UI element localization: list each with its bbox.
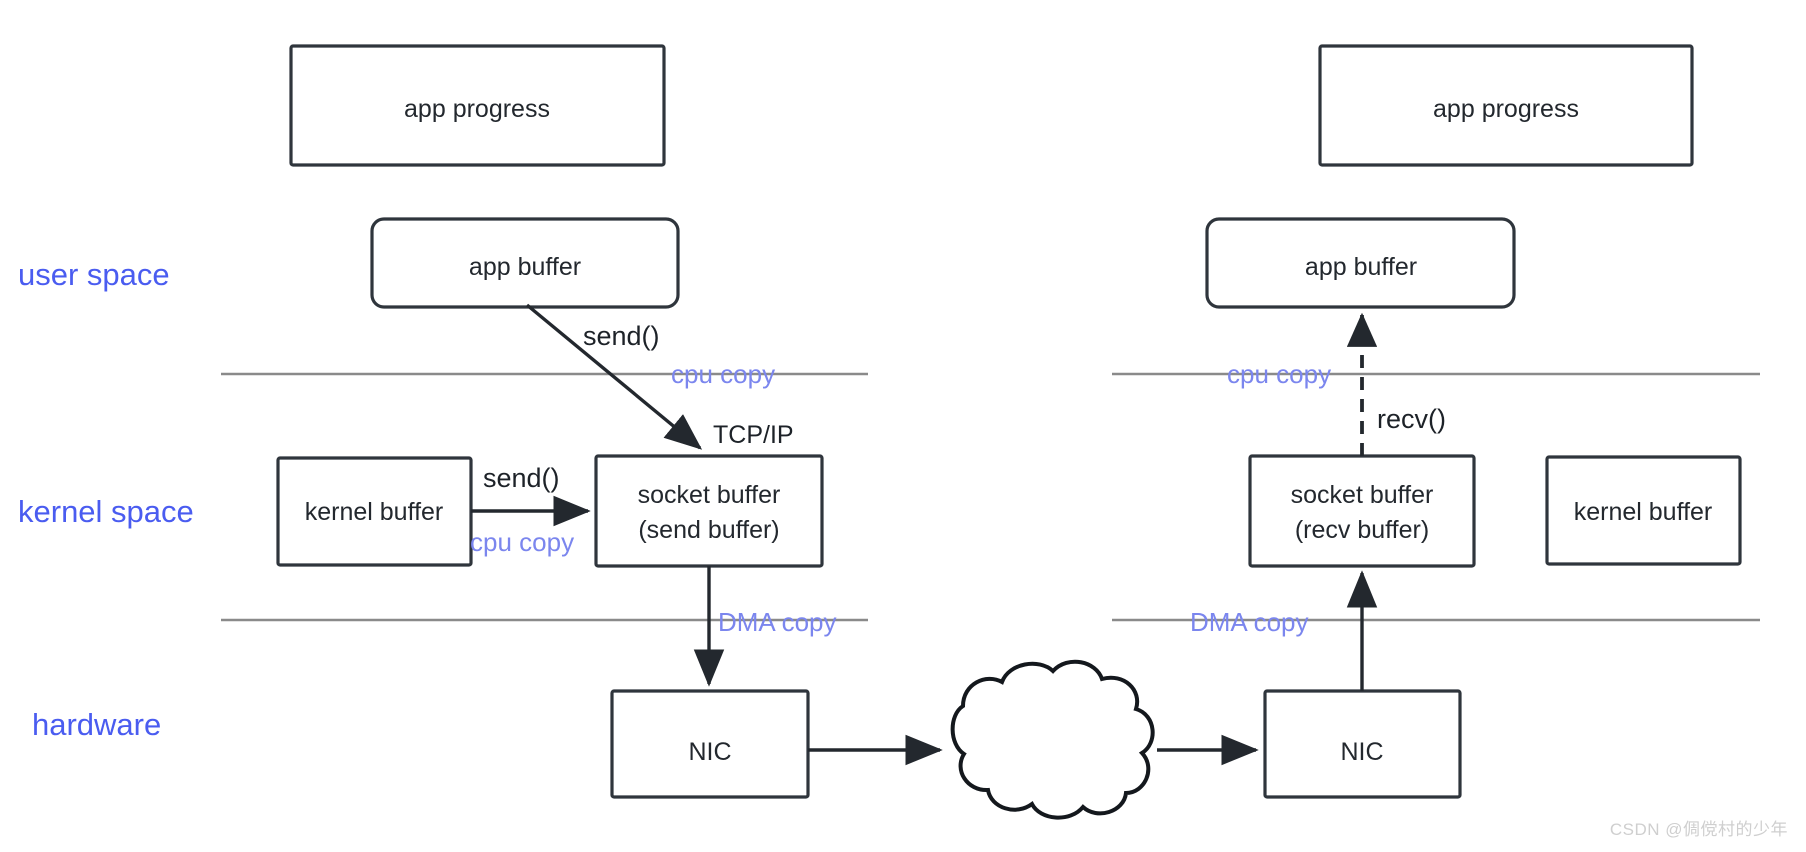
label-sender-app-buffer: app buffer (469, 253, 581, 281)
box-sender-socket-buffer[interactable] (594, 454, 824, 568)
label-receiver-socket-buffer-line2: (recv buffer) (1295, 516, 1429, 544)
label-sender-nic: NIC (688, 738, 731, 766)
label-sender-socket-buffer-line2: (send buffer) (638, 516, 779, 544)
network-data-copy-diagram: user space kernel space hardware app pro… (18, 44, 1760, 820)
label-sender-user-kernel-cpu-copy: cpu copy (671, 359, 775, 389)
label-receiver-dma-copy: DMA copy (1190, 607, 1309, 637)
label-receiver-kernel-buffer: kernel buffer (1574, 498, 1713, 526)
label-recv-socket-to-app: recv() (1377, 404, 1446, 434)
label-send-kernel-to-socket: send() (483, 463, 560, 493)
cloud-icon (950, 659, 1155, 820)
label-sender-kernel-buffer: kernel buffer (305, 498, 444, 526)
box-receiver-socket-buffer[interactable] (1248, 454, 1476, 568)
label-sender-app-progress: app progress (404, 95, 550, 123)
label-receiver-app-buffer: app buffer (1305, 253, 1417, 281)
label-tcp-ip: TCP/IP (713, 421, 794, 449)
label-receiver-socket-buffer-line1: socket buffer (1291, 481, 1434, 509)
zone-label-hardware: hardware (32, 707, 161, 742)
zone-label-user-space: user space (18, 257, 170, 292)
watermark: CSDN @倜傥村的少年 (1609, 820, 1788, 839)
label-receiver-app-progress: app progress (1433, 95, 1579, 123)
diagram-canvas: user space kernel space hardware app pro… (0, 0, 1806, 852)
zone-label-kernel-space: kernel space (18, 494, 194, 529)
label-sender-socket-buffer-line1: socket buffer (638, 481, 781, 509)
label-send-app-to-socket: send() (583, 321, 660, 351)
label-receiver-user-kernel-cpu-copy: cpu copy (1227, 359, 1331, 389)
label-sender-kernel-cpu-copy: cpu copy (470, 527, 574, 557)
label-receiver-nic: NIC (1340, 738, 1383, 766)
label-sender-dma-copy: DMA copy (718, 607, 837, 637)
